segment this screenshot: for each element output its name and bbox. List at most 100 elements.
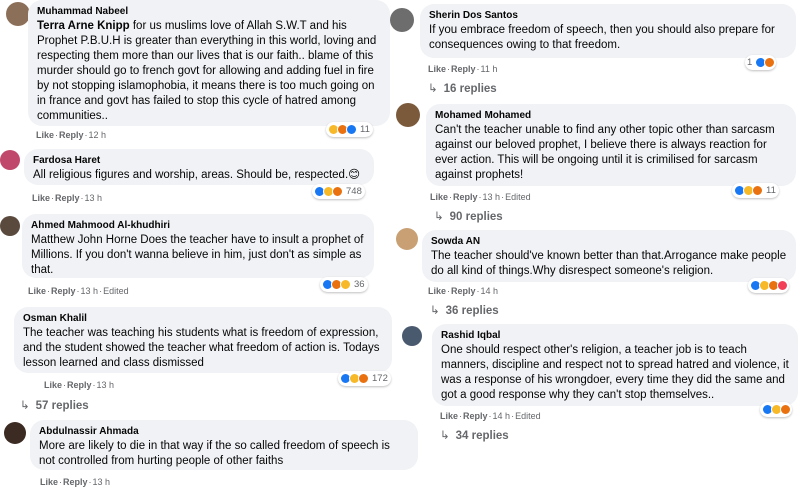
reply-button[interactable]: Reply xyxy=(55,193,80,203)
comment-text: Terra Arne Knipp for us muslims love of … xyxy=(37,19,381,124)
view-replies-link[interactable]: ↳ 34 replies xyxy=(440,428,509,442)
comment-actions: Like·Reply·13 h·Edited xyxy=(430,192,531,202)
reaction-summary[interactable]: 11 xyxy=(326,122,373,137)
timestamp[interactable]: 13 h xyxy=(483,192,501,202)
reply-button[interactable]: Reply xyxy=(463,411,488,421)
comment-author[interactable]: Fardosa Haret xyxy=(33,154,365,168)
timestamp[interactable]: 11 h xyxy=(481,64,498,74)
reaction-summary[interactable]: 172 xyxy=(338,371,391,386)
timestamp[interactable]: 13 h xyxy=(81,286,99,296)
like-reaction-icon xyxy=(346,124,357,135)
reply-arrow-icon: ↳ xyxy=(430,305,440,317)
comment-actions: Like·Reply·13 h xyxy=(32,193,103,203)
comment-bubble: Abdulnassir Ahmada More are likely to di… xyxy=(30,420,418,470)
comment-bubble: Sherin Dos Santos If you embrace freedom… xyxy=(420,4,796,58)
comment-bubble: Mohamed Mohamed Can't the teacher unable… xyxy=(426,104,796,186)
comment-author[interactable]: Osman Khalil xyxy=(23,312,383,326)
reaction-count: 172 xyxy=(372,373,388,384)
comment-body: All religious figures and worship, areas… xyxy=(33,169,361,181)
comment-body: More are likely to die in that way if th… xyxy=(39,440,390,467)
reply-button[interactable]: Reply xyxy=(59,130,84,140)
avatar[interactable] xyxy=(390,8,414,32)
comment-body: One should respect other's religion, a t… xyxy=(441,344,789,401)
angry-reaction-icon xyxy=(332,186,343,197)
comment-author[interactable]: Sherin Dos Santos xyxy=(429,9,787,23)
comment-bubble: Rashid Iqbal One should respect other's … xyxy=(432,324,798,406)
comment-actions: Like·Reply·13 h xyxy=(44,380,115,390)
reaction-count: 1 xyxy=(747,57,753,68)
view-replies-link[interactable]: ↳ 16 replies xyxy=(428,81,497,95)
comment-author[interactable]: Mohamed Mohamed xyxy=(435,109,787,123)
reply-button[interactable]: Reply xyxy=(451,286,476,296)
reaction-count: 748 xyxy=(346,186,362,197)
like-button[interactable]: Like xyxy=(440,411,458,421)
comment-bubble: Fardosa Haret All religious figures and … xyxy=(24,149,374,185)
reply-button[interactable]: Reply xyxy=(67,380,92,390)
comment-body: If you embrace freedom of speech, then y… xyxy=(429,24,775,51)
reply-arrow-icon: ↳ xyxy=(440,430,450,442)
reply-button[interactable]: Reply xyxy=(63,477,88,487)
reaction-count: 11 xyxy=(766,185,776,196)
like-button[interactable]: Like xyxy=(28,286,46,296)
comment-author[interactable]: Ahmed Mahmood Al-khudhiri xyxy=(31,219,365,233)
avatar[interactable] xyxy=(396,103,420,127)
reaction-summary[interactable]: 1 xyxy=(745,55,777,70)
comment-body: Can't the teacher unable to find any oth… xyxy=(435,124,775,181)
reaction-count: 11 xyxy=(360,124,370,135)
comment-body: Matthew John Horne Does the teacher have… xyxy=(31,234,364,276)
avatar[interactable] xyxy=(402,326,422,346)
comment-actions: Like·Reply·13 h xyxy=(40,477,111,487)
reply-button[interactable]: Reply xyxy=(453,192,478,202)
reaction-summary[interactable]: 11 xyxy=(732,183,779,198)
comment-actions: Like·Reply·14 h·Edited xyxy=(440,411,541,421)
comment-author[interactable]: Abdulnassir Ahmada xyxy=(39,425,409,439)
like-button[interactable]: Like xyxy=(40,477,58,487)
angry-reaction-icon xyxy=(752,185,763,196)
reaction-summary[interactable] xyxy=(760,402,792,417)
reaction-summary[interactable]: 36 xyxy=(320,277,368,292)
timestamp[interactable]: 13 h xyxy=(97,380,115,390)
like-button[interactable]: Like xyxy=(428,64,446,74)
comment-bubble: Muhammad Nabeel Terra Arne Knipp for us … xyxy=(28,0,390,126)
comment-body: for us muslims love of Allah S.W.T and h… xyxy=(37,20,377,122)
comment-author[interactable]: Muhammad Nabeel xyxy=(37,5,381,19)
avatar[interactable] xyxy=(0,150,20,170)
comment-actions: Like·Reply·11 h xyxy=(428,64,498,74)
comment-author[interactable]: Rashid Iqbal xyxy=(441,329,789,343)
like-button[interactable]: Like xyxy=(430,192,448,202)
view-replies-link[interactable]: ↳ 90 replies xyxy=(434,209,503,223)
reaction-summary[interactable] xyxy=(748,278,789,293)
reply-button[interactable]: Reply xyxy=(451,64,476,74)
comment-actions: Like·Reply·14 h xyxy=(428,286,499,296)
angry-reaction-icon xyxy=(780,404,791,415)
timestamp[interactable]: 14 h xyxy=(481,286,499,296)
like-button[interactable]: Like xyxy=(44,380,62,390)
view-replies-link[interactable]: ↳ 57 replies xyxy=(20,398,89,412)
reaction-count: 36 xyxy=(354,279,365,290)
reply-arrow-icon: ↳ xyxy=(20,400,30,412)
reaction-summary[interactable]: 748 xyxy=(312,184,365,199)
reply-button[interactable]: Reply xyxy=(51,286,76,296)
comment-body: The teacher was teaching his students wh… xyxy=(23,327,380,369)
avatar[interactable] xyxy=(396,228,418,250)
comment-author[interactable]: Sowda AN xyxy=(431,235,787,249)
avatar[interactable] xyxy=(0,216,20,236)
comment-actions: Like·Reply·12 h xyxy=(36,130,107,140)
view-replies-link[interactable]: ↳ 36 replies xyxy=(430,303,499,317)
comment-bubble: Osman Khalil The teacher was teaching hi… xyxy=(14,307,392,373)
timestamp[interactable]: 13 h xyxy=(93,477,111,487)
edited-label: Edited xyxy=(505,192,531,202)
avatar[interactable] xyxy=(6,2,30,26)
like-button[interactable]: Like xyxy=(36,130,54,140)
timestamp[interactable]: 13 h xyxy=(85,193,103,203)
like-button[interactable]: Like xyxy=(32,193,50,203)
replies-count: 34 replies xyxy=(455,430,509,442)
reply-arrow-icon: ↳ xyxy=(434,211,444,223)
edited-label: Edited xyxy=(103,286,129,296)
replies-count: 36 replies xyxy=(445,305,499,317)
timestamp[interactable]: 12 h xyxy=(89,130,107,140)
like-button[interactable]: Like xyxy=(428,286,446,296)
mention-link[interactable]: Terra Arne Knipp xyxy=(37,20,130,32)
timestamp[interactable]: 14 h xyxy=(493,411,511,421)
avatar[interactable] xyxy=(4,422,26,444)
